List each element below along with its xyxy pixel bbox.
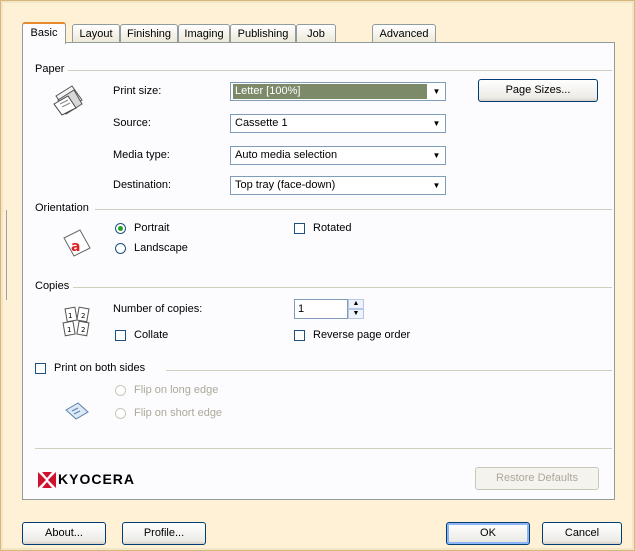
destination-value: Top tray (face-down)	[235, 179, 336, 191]
copies-group-title: Copies	[35, 280, 74, 292]
copies-input[interactable]: 1	[294, 299, 348, 319]
paper-group-title: Paper	[35, 63, 69, 75]
source-label: Source:	[113, 117, 151, 129]
print-size-label: Print size:	[113, 85, 162, 97]
cancel-button[interactable]: Cancel	[542, 522, 622, 545]
flip-long-edge-radio[interactable]	[115, 385, 126, 396]
kyocera-logo-icon	[38, 472, 56, 488]
destination-label: Destination:	[113, 179, 172, 191]
print-size-dropdown[interactable]: Letter [100%] ▼	[230, 82, 446, 101]
about-button[interactable]: About...	[22, 522, 106, 545]
orientation-group-title: Orientation	[35, 202, 93, 214]
svg-text:1: 1	[67, 326, 71, 334]
paper-divider	[66, 70, 612, 71]
rotated-label: Rotated	[313, 222, 352, 234]
duplex-icon	[65, 402, 89, 420]
media-type-label: Media type:	[113, 149, 170, 161]
tab-layout[interactable]: Layout	[72, 24, 120, 42]
chevron-down-icon: ▼	[429, 116, 444, 131]
media-type-dropdown[interactable]: Auto media selection ▼	[230, 146, 446, 165]
flip-long-edge-label: Flip on long edge	[134, 384, 219, 396]
chevron-down-icon: ▼	[429, 84, 444, 99]
flip-short-edge-label: Flip on short edge	[134, 407, 223, 419]
paper-icon	[53, 85, 83, 116]
side-splitter-handle[interactable]	[6, 210, 11, 300]
reverse-order-label: Reverse page order	[313, 329, 411, 341]
print-size-value: Letter [100%]	[233, 84, 427, 99]
print-both-sides-checkbox[interactable]	[35, 363, 46, 374]
orientation-icon: a	[63, 229, 91, 257]
svg-text:1: 1	[68, 312, 72, 320]
kyocera-logo-text: KYOCERA	[58, 471, 136, 487]
landscape-radio[interactable]	[115, 243, 126, 254]
svg-text:2: 2	[81, 312, 85, 320]
source-value: Cassette 1	[235, 117, 288, 129]
bottom-divider	[35, 448, 612, 449]
copies-icon: 1 2 1 2	[62, 306, 90, 337]
chevron-down-icon: ▼	[429, 178, 444, 193]
tab-imaging[interactable]: Imaging	[178, 24, 230, 42]
svg-text:a: a	[71, 239, 80, 255]
reverse-order-checkbox[interactable]	[294, 330, 305, 341]
print-both-sides-label: Print on both sides	[54, 362, 150, 374]
source-dropdown[interactable]: Cassette 1 ▼	[230, 114, 446, 133]
collate-label: Collate	[134, 329, 169, 341]
flip-short-edge-radio[interactable]	[115, 408, 126, 419]
tab-basic[interactable]: Basic	[22, 22, 66, 44]
profile-button[interactable]: Profile...	[122, 522, 206, 545]
tab-panel-basic	[22, 42, 615, 500]
page-sizes-button[interactable]: Page Sizes...	[478, 79, 598, 102]
spin-up-icon[interactable]: ▲	[348, 299, 364, 309]
tab-advanced[interactable]: Advanced	[372, 24, 436, 42]
media-type-value: Auto media selection	[235, 149, 338, 161]
orientation-divider	[95, 209, 612, 210]
restore-defaults-button[interactable]: Restore Defaults	[475, 467, 599, 490]
portrait-radio[interactable]	[115, 223, 126, 234]
tab-finishing[interactable]: Finishing	[120, 24, 178, 42]
landscape-label: Landscape	[134, 242, 188, 254]
rotated-checkbox[interactable]	[294, 223, 305, 234]
destination-dropdown[interactable]: Top tray (face-down) ▼	[230, 176, 446, 195]
chevron-down-icon: ▼	[429, 148, 444, 163]
tab-job[interactable]: Job	[296, 24, 336, 42]
duplex-divider	[166, 370, 612, 371]
number-of-copies-label: Number of copies:	[113, 303, 203, 315]
ok-button[interactable]: OK	[446, 522, 530, 545]
copies-divider	[70, 287, 612, 288]
collate-checkbox[interactable]	[115, 330, 126, 341]
portrait-label: Portrait	[134, 222, 170, 234]
spin-down-icon[interactable]: ▼	[348, 309, 364, 319]
svg-text:2: 2	[81, 326, 85, 334]
tab-publishing[interactable]: Publishing	[230, 24, 296, 42]
